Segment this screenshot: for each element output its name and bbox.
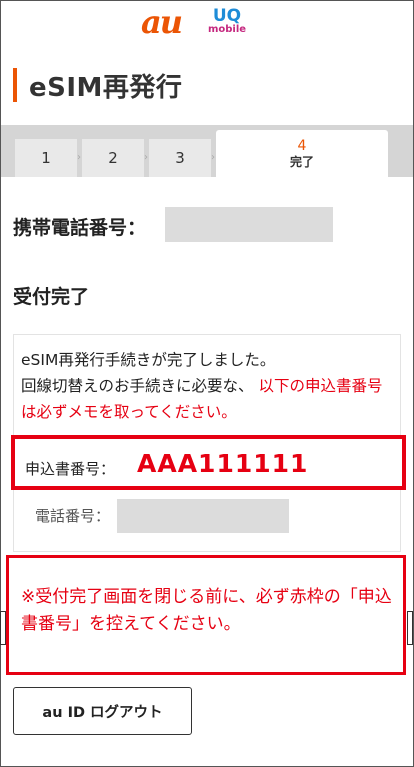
- uq-mobile-logo: UQ mobile: [207, 6, 247, 37]
- title-accent-bar: [13, 68, 17, 102]
- phone-number-label: 携帯電話番号：: [13, 217, 147, 239]
- step-number: 2: [108, 149, 118, 167]
- telephone-masked: [117, 499, 289, 533]
- page-title: eSIM再発行: [29, 73, 183, 103]
- warning-text: ※受付完了画面を閉じる前に、必ず赤枠の「申込書番号」を控えてください。: [21, 587, 392, 634]
- application-number-value: AAA111111: [137, 449, 309, 478]
- chevron-right-icon: ›: [77, 152, 81, 163]
- step-2: 2: [82, 139, 144, 177]
- step-number: 1: [41, 149, 51, 167]
- section-heading: 受付完了: [13, 286, 90, 308]
- step-indicator: 1 › 2 › 3 › 4 完了: [1, 125, 413, 177]
- brand-header: au UQ mobile: [1, 1, 413, 45]
- au-id-logout-button[interactable]: au ID ログアウト: [13, 687, 192, 735]
- uq-logo-text: UQ: [212, 6, 242, 26]
- message-text: 回線切替えのお手続きに必要な、: [21, 377, 254, 395]
- right-edge-marker: [407, 611, 413, 645]
- message-line: eSIM再発行手続きが完了しました。: [21, 351, 276, 369]
- step-1: 1: [15, 139, 77, 177]
- message-line: 回線切替えのお手続きに必要な、 以下の申込書番号は必ずメモを取ってください。: [21, 373, 391, 425]
- step-4-current: 4 完了: [216, 130, 388, 177]
- phone-number-masked: [165, 207, 333, 242]
- step-number: 4: [297, 137, 307, 154]
- completion-message: eSIM再発行手続きが完了しました。 回線切替えのお手続きに必要な、 以下の申込…: [21, 347, 391, 425]
- step-label: 完了: [289, 154, 314, 169]
- main-content: 携帯電話番号： 受付完了 eSIM再発行手続きが完了しました。 回線切替えのお手…: [0, 177, 413, 766]
- telephone-label: 電話番号：: [35, 507, 111, 525]
- title-bar: eSIM再発行: [1, 45, 413, 125]
- chevron-right-icon: ›: [211, 152, 215, 163]
- step-number: 3: [175, 149, 185, 167]
- application-number-label: 申込書番号：: [25, 460, 116, 478]
- mobile-logo-text: mobile: [207, 24, 247, 35]
- au-logo: au: [141, 3, 183, 41]
- chevron-right-icon: ›: [144, 152, 148, 163]
- step-3: 3: [149, 139, 211, 177]
